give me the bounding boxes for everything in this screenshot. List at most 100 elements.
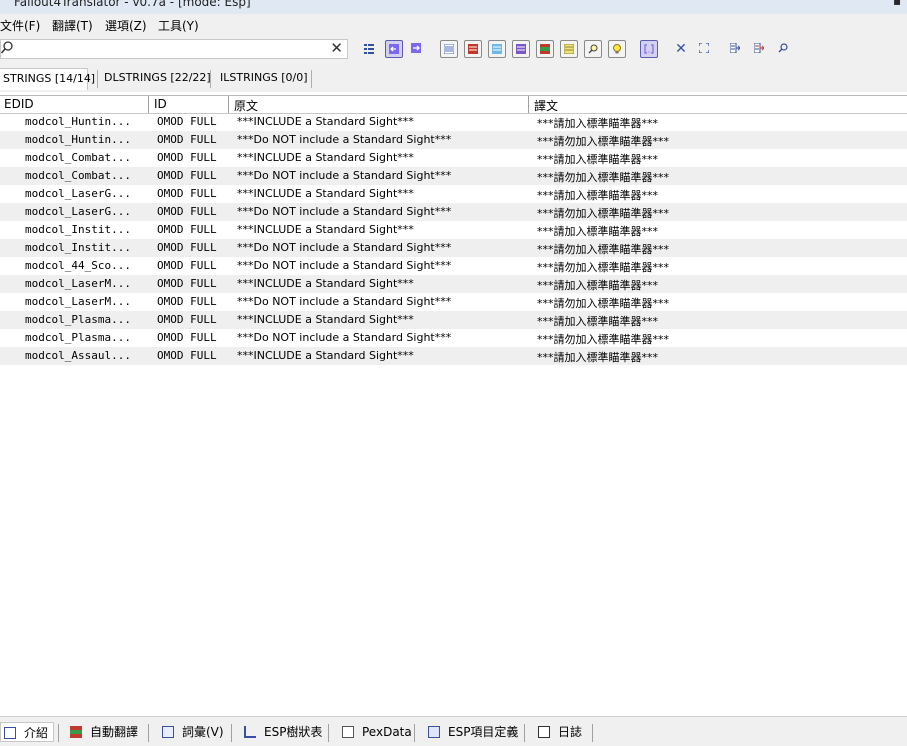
expand-icon[interactable] [696,40,714,58]
tab-esp-tree[interactable]: ESP樹狀表 [244,722,322,742]
grid-icon[interactable] [360,40,378,58]
export-icon[interactable] [727,40,745,58]
table-header: EDID ID 原文 譯文 [0,96,907,114]
tab-esp-definitions[interactable]: ESP項目定義 [428,722,518,742]
tab-pexdata[interactable]: PexData [342,722,412,742]
menu-translate[interactable]: 翻譯(T) [52,17,93,34]
table-row[interactable]: modcol_Combat... OMOD FULL ***Do NOT inc… [0,167,907,185]
table-row[interactable]: modcol_Plasma... OMOD FULL ***Do NOT inc… [0,329,907,347]
brackets-icon[interactable] [640,40,658,58]
tab-pexdata-label: PexData [362,725,412,739]
close-icon[interactable]: ✕ [672,40,690,58]
cell-translation: ***請勿加入標準瞄準器*** [537,207,669,220]
table-row[interactable]: modcol_Instit... OMOD FULL ***Do NOT inc… [0,239,907,257]
cell-source: ***Do NOT include a Standard Sight*** [237,169,452,182]
cell-edid: modcol_Combat... [25,151,131,164]
tab-intro[interactable]: 介紹 [0,722,54,742]
cell-source: ***INCLUDE a Standard Sight*** [237,313,414,326]
tab-divider [58,724,59,742]
cell-edid: modcol_Assaul... [25,349,131,362]
table-row[interactable]: modcol_LaserG... OMOD FULL ***INCLUDE a … [0,185,907,203]
cell-id: OMOD FULL [157,205,217,218]
cell-edid: modcol_Huntin... [25,133,131,146]
cell-id: OMOD FULL [157,151,217,164]
cell-translation: ***請勿加入標準瞄準器*** [537,297,669,310]
cell-translation: ***請勿加入標準瞄準器*** [537,261,669,274]
menu-tools[interactable]: 工具(Y) [158,17,199,34]
column-header-translation[interactable]: 譯文 [534,97,558,114]
cell-edid: modcol_Instit... [25,241,131,254]
tab-log[interactable]: 日誌 [538,722,582,742]
table-row[interactable]: modcol_Instit... OMOD FULL ***INCLUDE a … [0,221,907,239]
table-row[interactable]: modcol_Huntin... OMOD FULL ***Do NOT inc… [0,131,907,149]
list-cyan-icon[interactable] [488,40,506,58]
cell-source: ***Do NOT include a Standard Sight*** [237,205,452,218]
column-header-source[interactable]: 原文 [234,97,258,114]
cell-translation: ***請勿加入標準瞄準器*** [537,135,669,148]
tab-ilstrings[interactable]: ILSTRINGS [0/0] [212,68,315,90]
search-box: ✕ [0,39,348,59]
arrow-right-icon[interactable] [408,40,426,58]
tab-strings[interactable]: STRINGS [14/14] [0,68,95,90]
table-row[interactable]: modcol_Combat... OMOD FULL ***INCLUDE a … [0,149,907,167]
tab-dlstrings[interactable]: DLSTRINGS [22/22] [96,68,219,90]
column-resize-handle[interactable] [228,96,229,113]
clear-search-icon[interactable]: ✕ [330,39,343,57]
definition-icon [428,726,440,738]
cell-source: ***INCLUDE a Standard Sight*** [237,277,414,290]
menu-file[interactable]: 文件(F) [0,17,40,34]
table-row[interactable]: modcol_LaserG... OMOD FULL ***Do NOT inc… [0,203,907,221]
list-yellow-icon[interactable] [560,40,578,58]
table-row[interactable]: modcol_44_Sco... OMOD FULL ***Do NOT inc… [0,257,907,275]
cell-translation: ***請加入標準瞄準器*** [537,315,658,328]
tab-vocabulary-label: 詞彙(V) [182,725,224,739]
tree-icon [244,726,256,738]
pex-icon [342,726,354,738]
toolbar: ✕ ✕ [0,36,907,64]
cell-edid: modcol_LaserG... [25,187,131,200]
cell-edid: modcol_LaserM... [25,295,131,308]
column-header-edid[interactable]: EDID [4,97,34,111]
bottom-tabs: 介紹 自動翻譯 詞彙(V) ESP樹狀表 PexData ESP項目定義 日誌 [0,716,907,746]
table-row[interactable]: modcol_LaserM... OMOD FULL ***Do NOT inc… [0,293,907,311]
import-icon[interactable] [751,40,769,58]
column-header-id[interactable]: ID [154,97,167,111]
table-row[interactable]: modcol_LaserM... OMOD FULL ***INCLUDE a … [0,275,907,293]
tab-esp-definitions-label: ESP項目定義 [448,725,519,739]
cell-id: OMOD FULL [157,313,217,326]
cell-id: OMOD FULL [157,295,217,308]
cell-edid: modcol_LaserG... [25,205,131,218]
info-icon [4,727,16,739]
string-tabs: STRINGS [14/14] DLSTRINGS [22/22] ILSTRI… [0,64,907,92]
column-resize-handle[interactable] [528,96,529,113]
cell-translation: ***請勿加入標準瞄準器*** [537,243,669,256]
table-row[interactable]: modcol_Assaul... OMOD FULL ***INCLUDE a … [0,347,907,365]
cell-id: OMOD FULL [157,133,217,146]
cell-translation: ***請加入標準瞄準器*** [537,225,658,238]
tab-vocabulary[interactable]: 詞彙(V) [162,722,224,742]
column-resize-handle[interactable] [148,96,149,113]
list-red-icon[interactable] [464,40,482,58]
cell-edid: modcol_Huntin... [25,115,131,128]
list-multicolor-icon[interactable] [536,40,554,58]
cell-id: OMOD FULL [157,115,217,128]
lightbulb-icon[interactable] [608,40,626,58]
list-blue-icon[interactable] [440,40,458,58]
window-close-button[interactable]: ▪ [893,0,907,8]
cell-translation: ***請加入標準瞄準器*** [537,279,658,292]
tab-divider [592,724,593,742]
find-icon[interactable] [584,40,602,58]
search-replace-icon[interactable] [775,40,793,58]
strings-table: EDID ID 原文 譯文 modcol_Huntin... OMOD FULL… [0,95,907,711]
table-row[interactable]: modcol_Huntin... OMOD FULL ***INCLUDE a … [0,113,907,131]
cell-id: OMOD FULL [157,169,217,182]
tab-esp-tree-label: ESP樹狀表 [264,725,323,739]
menu-options[interactable]: 選項(Z) [105,17,147,34]
table-row[interactable]: modcol_Plasma... OMOD FULL ***INCLUDE a … [0,311,907,329]
tab-auto-translate[interactable]: 自動翻譯 [70,722,138,742]
list-purple-icon[interactable] [512,40,530,58]
search-input[interactable] [15,41,315,57]
cell-source: ***INCLUDE a Standard Sight*** [237,349,414,362]
arrow-left-icon[interactable] [385,40,403,58]
menu-bar: 文件(F) 翻譯(T) 選項(Z) 工具(Y) [0,14,907,36]
